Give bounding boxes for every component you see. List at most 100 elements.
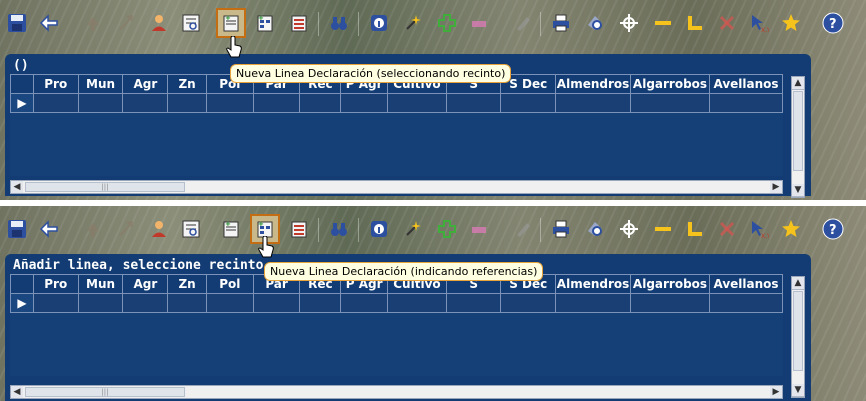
delete-button[interactable] (712, 214, 742, 244)
scroll-up-button[interactable]: ▲ (792, 277, 804, 290)
add-button[interactable] (432, 214, 462, 244)
info-button[interactable] (364, 214, 394, 244)
add-line-by-enclosure-button[interactable]: + (216, 8, 246, 38)
column-header[interactable]: Zn (167, 274, 207, 294)
column-header[interactable]: Pro (32, 274, 79, 294)
table-cell[interactable] (555, 93, 632, 113)
table-cell[interactable] (445, 93, 502, 113)
print-button[interactable] (546, 8, 576, 38)
table-cell[interactable] (32, 293, 79, 313)
magic-button[interactable] (398, 214, 428, 244)
table-cell[interactable] (555, 293, 632, 313)
vertical-scrollbar[interactable]: ▲ ▼ (791, 76, 805, 198)
column-header[interactable]: Algarrobos (630, 274, 710, 294)
scroll-down-button[interactable]: ▼ (792, 184, 804, 197)
list-button[interactable] (284, 8, 314, 38)
add-line-by-reference-button[interactable]: + (250, 8, 280, 38)
favorite-button[interactable] (776, 8, 806, 38)
xy-pointer-button[interactable]: X,Y? (744, 214, 774, 244)
row-pointer[interactable]: ▶ (10, 93, 34, 113)
column-header[interactable]: Avellanos (708, 74, 784, 94)
table-cell[interactable] (387, 93, 447, 113)
user-button[interactable] (144, 8, 174, 38)
back-button[interactable] (34, 8, 64, 38)
scroll-down-button[interactable]: ▼ (792, 384, 804, 397)
zoom-button[interactable] (580, 214, 610, 244)
table-cell[interactable] (122, 293, 169, 313)
table-cell[interactable] (299, 293, 342, 313)
add-line-by-enclosure-button[interactable]: + (216, 214, 246, 244)
table-cell[interactable] (630, 293, 710, 313)
measure-line-button[interactable] (648, 214, 678, 244)
table-cell[interactable] (77, 293, 124, 313)
scroll-right-button[interactable]: ▶ (770, 386, 782, 398)
disabled-button[interactable] (508, 8, 538, 38)
column-header[interactable]: Zn (167, 74, 207, 94)
scroll-thumb[interactable]: ||| (25, 182, 185, 192)
table-cell[interactable] (630, 93, 710, 113)
scroll-right-button[interactable]: ▶ (770, 181, 782, 193)
undo-button[interactable] (78, 8, 108, 38)
find-button[interactable] (324, 214, 354, 244)
scroll-thumb[interactable] (793, 291, 803, 371)
column-header[interactable]: Mun (77, 274, 124, 294)
help-button[interactable]: ? (818, 214, 848, 244)
table-cell[interactable] (340, 93, 389, 113)
table-cell[interactable] (387, 293, 447, 313)
vertical-scrollbar[interactable]: ▲ ▼ (791, 276, 805, 398)
table-cell[interactable] (708, 93, 784, 113)
print-button[interactable] (546, 214, 576, 244)
report-button[interactable] (176, 214, 206, 244)
back-button[interactable] (34, 214, 64, 244)
zoom-button[interactable] (580, 8, 610, 38)
horizontal-scrollbar[interactable]: ◀ ||| ▶ (10, 385, 783, 399)
favorite-button[interactable] (776, 214, 806, 244)
column-header[interactable]: Pro (32, 74, 79, 94)
table-cell[interactable] (167, 93, 207, 113)
column-header[interactable]: Almendros (555, 74, 632, 94)
table-row[interactable]: ▶ (10, 293, 784, 313)
table-cell[interactable] (500, 293, 557, 313)
horizontal-scrollbar[interactable]: ◀ ||| ▶ (10, 180, 783, 194)
row-pointer[interactable]: ▶ (10, 293, 34, 313)
measure-area-button[interactable] (680, 214, 710, 244)
scroll-thumb[interactable]: ||| (25, 387, 185, 397)
scroll-left-button[interactable]: ◀ (11, 386, 23, 398)
column-header[interactable]: Algarrobos (630, 74, 710, 94)
column-header[interactable]: Agr (122, 74, 169, 94)
erase-button[interactable] (464, 8, 494, 38)
table-cell[interactable] (340, 293, 389, 313)
column-header[interactable]: Almendros (555, 274, 632, 294)
table-cell[interactable] (299, 93, 342, 113)
measure-line-button[interactable] (648, 8, 678, 38)
table-cell[interactable] (32, 93, 79, 113)
column-header[interactable]: Pol (205, 274, 254, 294)
delete-button[interactable] (712, 8, 742, 38)
scroll-up-button[interactable]: ▲ (792, 77, 804, 90)
save-button[interactable] (2, 214, 32, 244)
redo-button[interactable] (110, 8, 140, 38)
measure-area-button[interactable] (680, 8, 710, 38)
table-cell[interactable] (205, 293, 254, 313)
erase-button[interactable] (464, 214, 494, 244)
info-button[interactable] (364, 8, 394, 38)
save-button[interactable] (2, 8, 32, 38)
table-cell[interactable] (252, 293, 301, 313)
report-button[interactable] (176, 8, 206, 38)
table-cell[interactable] (205, 93, 254, 113)
scroll-left-button[interactable]: ◀ (11, 181, 23, 193)
table-cell[interactable] (167, 293, 207, 313)
crosshair-button[interactable] (614, 8, 644, 38)
scroll-thumb[interactable] (793, 91, 803, 171)
disabled-button[interactable] (508, 214, 538, 244)
add-button[interactable] (432, 8, 462, 38)
column-header[interactable]: Mun (77, 74, 124, 94)
table-cell[interactable] (77, 93, 124, 113)
xy-pointer-button[interactable]: X,Y? (744, 8, 774, 38)
table-cell[interactable] (708, 293, 784, 313)
user-button[interactable] (144, 214, 174, 244)
table-row[interactable]: ▶ (10, 93, 784, 113)
column-header[interactable]: Avellanos (708, 274, 784, 294)
help-button[interactable]: ? (818, 8, 848, 38)
undo-button[interactable] (78, 214, 108, 244)
